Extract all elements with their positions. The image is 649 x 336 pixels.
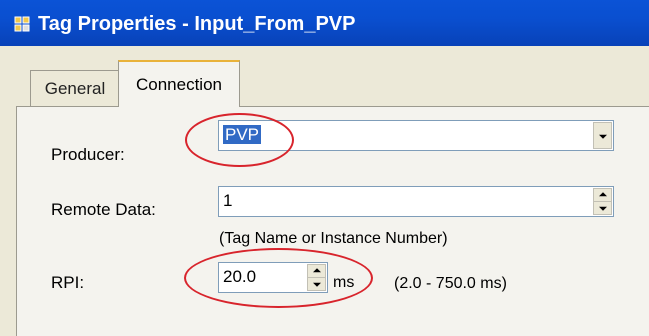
dropdown-button[interactable] [593, 122, 612, 149]
spin-up-button[interactable] [594, 189, 611, 202]
tag-properties-icon [14, 16, 30, 32]
producer-label: Producer: [51, 145, 125, 164]
tab-general[interactable]: General [30, 70, 120, 106]
arrow-up-icon [598, 191, 607, 196]
title-bar[interactable]: Tag Properties - Input_From_PVP [0, 0, 649, 46]
arrow-down-icon [598, 206, 607, 211]
tab-general-label: General [44, 78, 106, 98]
tab-connection-label: Connection [135, 74, 222, 94]
remote-data-hint: (Tag Name or Instance Number) [219, 230, 448, 247]
rpi-label: RPI: [51, 273, 85, 292]
remote-data-input[interactable]: 1 [218, 186, 614, 217]
spin-down-button[interactable] [594, 202, 611, 215]
window-title: Tag Properties - Input_From_PVP [38, 13, 356, 35]
spin-arrows-icon[interactable] [593, 188, 612, 215]
rpi-highlight-oval [184, 248, 373, 308]
rpi-range: (2.0 - 750.0 ms) [394, 275, 507, 292]
remote-data-label: Remote Data: [51, 200, 156, 219]
producer-highlight-oval [185, 113, 294, 167]
chevron-down-icon [598, 134, 607, 139]
remote-data-value: 1 [223, 191, 233, 210]
tab-connection[interactable]: Connection [118, 60, 240, 107]
